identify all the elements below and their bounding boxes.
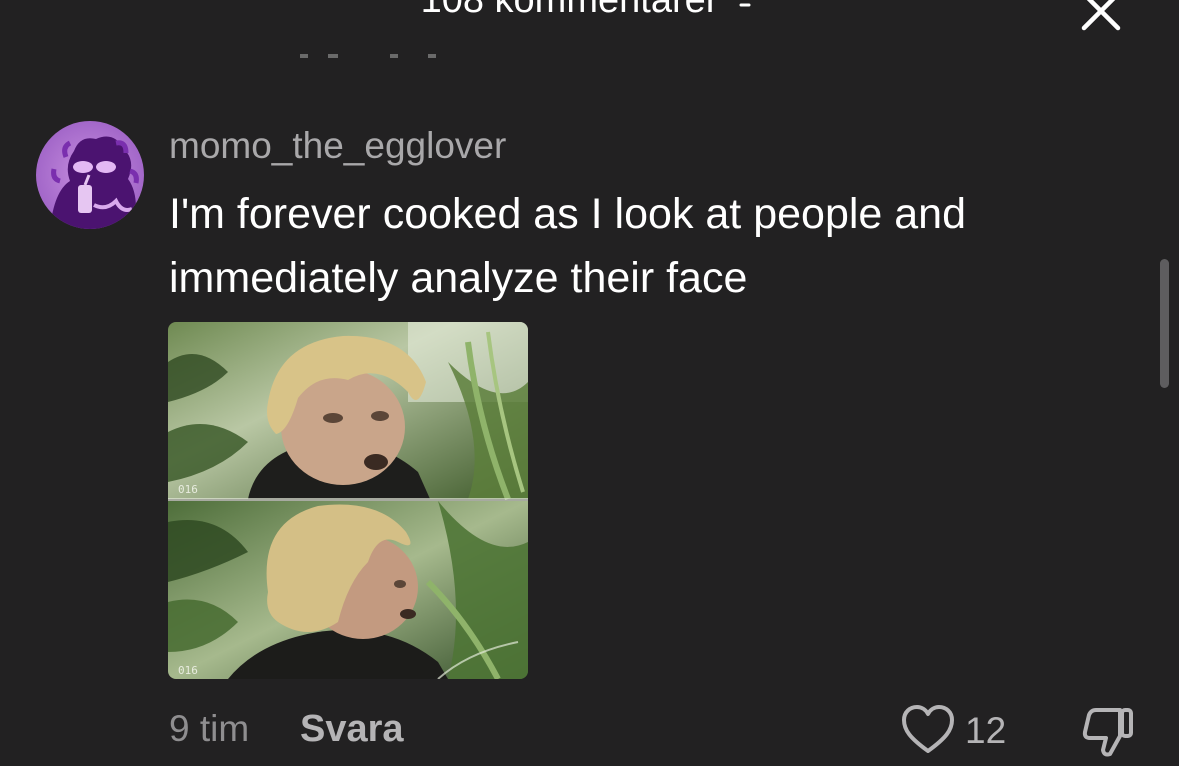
scrollbar[interactable] — [1160, 259, 1169, 388]
like-count: 12 — [965, 710, 1007, 751]
previous-comment-fragment — [300, 54, 436, 58]
avatar-image — [36, 121, 144, 229]
heart-outline-icon[interactable] — [900, 704, 956, 756]
comment-count-title: 108 kommentarer — [420, 0, 719, 21]
comments-header: 108 kommentarer — [0, 0, 1179, 22]
media-frame-top: 016 — [168, 322, 528, 501]
media-frame-bottom: 016 — [168, 501, 528, 679]
thumbs-down-outline-icon[interactable] — [1080, 704, 1136, 760]
frame-counter-bottom: 016 — [178, 664, 198, 677]
comment-media[interactable]: 016 016 — [168, 322, 528, 679]
comment-text: I'm forever cooked as I look at people a… — [169, 190, 967, 302]
comment-username[interactable]: momo_the_egglover — [169, 124, 506, 168]
avatar[interactable] — [36, 121, 144, 229]
comment-image: 016 016 — [168, 322, 528, 679]
comments-sheet: 108 kommentarer momo_the_egglover I'm fo… — [0, 0, 1179, 766]
close-x-icon[interactable] — [1076, 0, 1126, 36]
frame-counter-top: 016 — [178, 483, 198, 496]
comment-timestamp: 9 tim — [169, 708, 250, 749]
sort-lines-icon[interactable] — [732, 0, 758, 8]
reply-button[interactable]: Svara — [300, 707, 404, 751]
